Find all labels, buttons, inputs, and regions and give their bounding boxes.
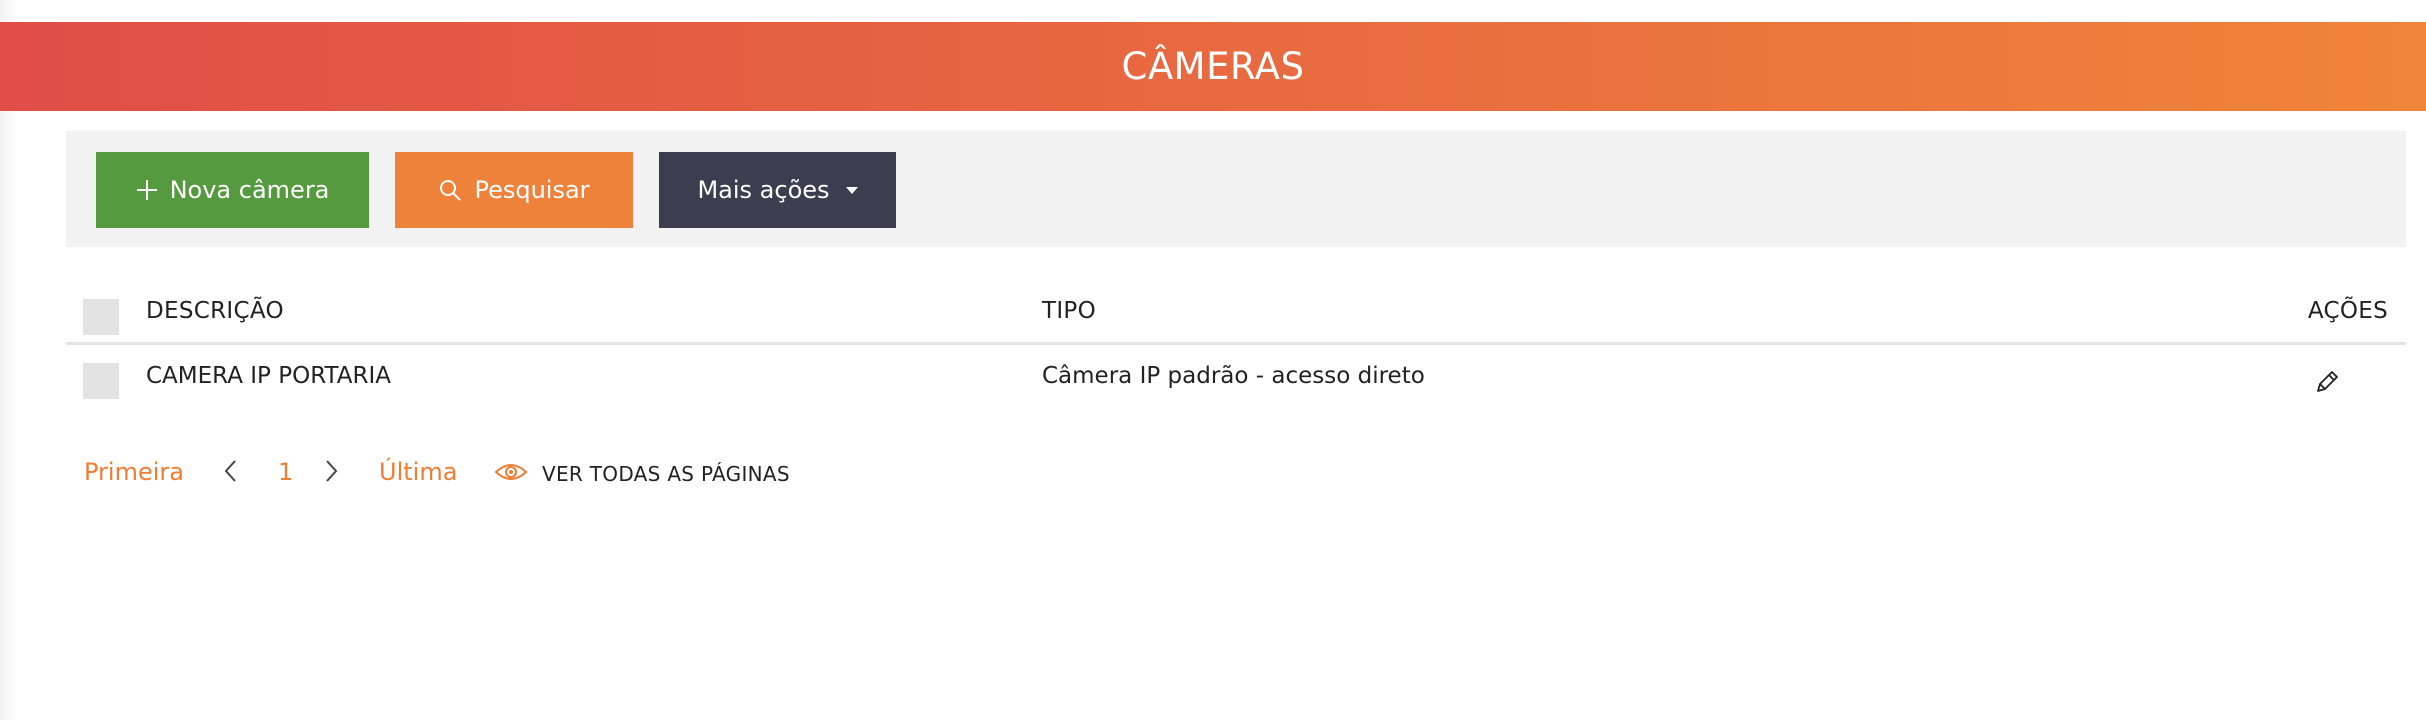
plus-icon <box>136 179 158 201</box>
page-number-link[interactable]: 1 <box>278 458 293 486</box>
search-label: Pesquisar <box>474 176 590 204</box>
table-row[interactable]: CAMERA IP PORTARIA Câmera IP padrão - ac… <box>66 345 2406 409</box>
page-header: CÂMERAS <box>0 22 2426 111</box>
row-descricao: CAMERA IP PORTARIA <box>146 363 392 389</box>
pencil-icon[interactable] <box>2312 367 2342 397</box>
first-page-link[interactable]: Primeira <box>84 458 184 486</box>
column-header-descricao: DESCRIÇÃO <box>146 298 284 324</box>
row-checkbox[interactable] <box>83 363 119 399</box>
table-header-row: DESCRIÇÃO TIPO AÇÕES <box>66 290 2406 345</box>
view-all-pages-label: VER TODAS AS PÁGINAS <box>542 462 790 486</box>
select-all-checkbox[interactable] <box>83 299 119 335</box>
cameras-table: DESCRIÇÃO TIPO AÇÕES CAMERA IP PORTARIA … <box>66 290 2406 409</box>
pagination: Primeira 1 Última VER TODAS AS PÁGINAS <box>84 456 884 496</box>
row-tipo: Câmera IP padrão - acesso direto <box>1042 363 1425 389</box>
caret-down-icon <box>845 186 858 194</box>
column-header-acoes: AÇÕES <box>2307 298 2388 324</box>
page-title: CÂMERAS <box>1121 45 1305 88</box>
chevron-left-icon[interactable] <box>222 456 240 492</box>
last-page-link[interactable]: Última <box>379 458 457 486</box>
search-icon <box>438 178 462 202</box>
more-actions-button[interactable]: Mais ações <box>659 152 896 228</box>
new-camera-button[interactable]: Nova câmera <box>96 152 369 228</box>
search-button[interactable]: Pesquisar <box>395 152 633 228</box>
column-header-tipo: TIPO <box>1042 298 1097 324</box>
eye-icon <box>494 460 528 488</box>
new-camera-label: Nova câmera <box>169 176 330 204</box>
view-all-pages-link[interactable]: VER TODAS AS PÁGINAS <box>494 460 790 488</box>
toolbar: Nova câmera Pesquisar Mais ações <box>66 131 2406 247</box>
chevron-right-icon[interactable] <box>322 456 340 492</box>
more-actions-label: Mais ações <box>697 176 830 204</box>
